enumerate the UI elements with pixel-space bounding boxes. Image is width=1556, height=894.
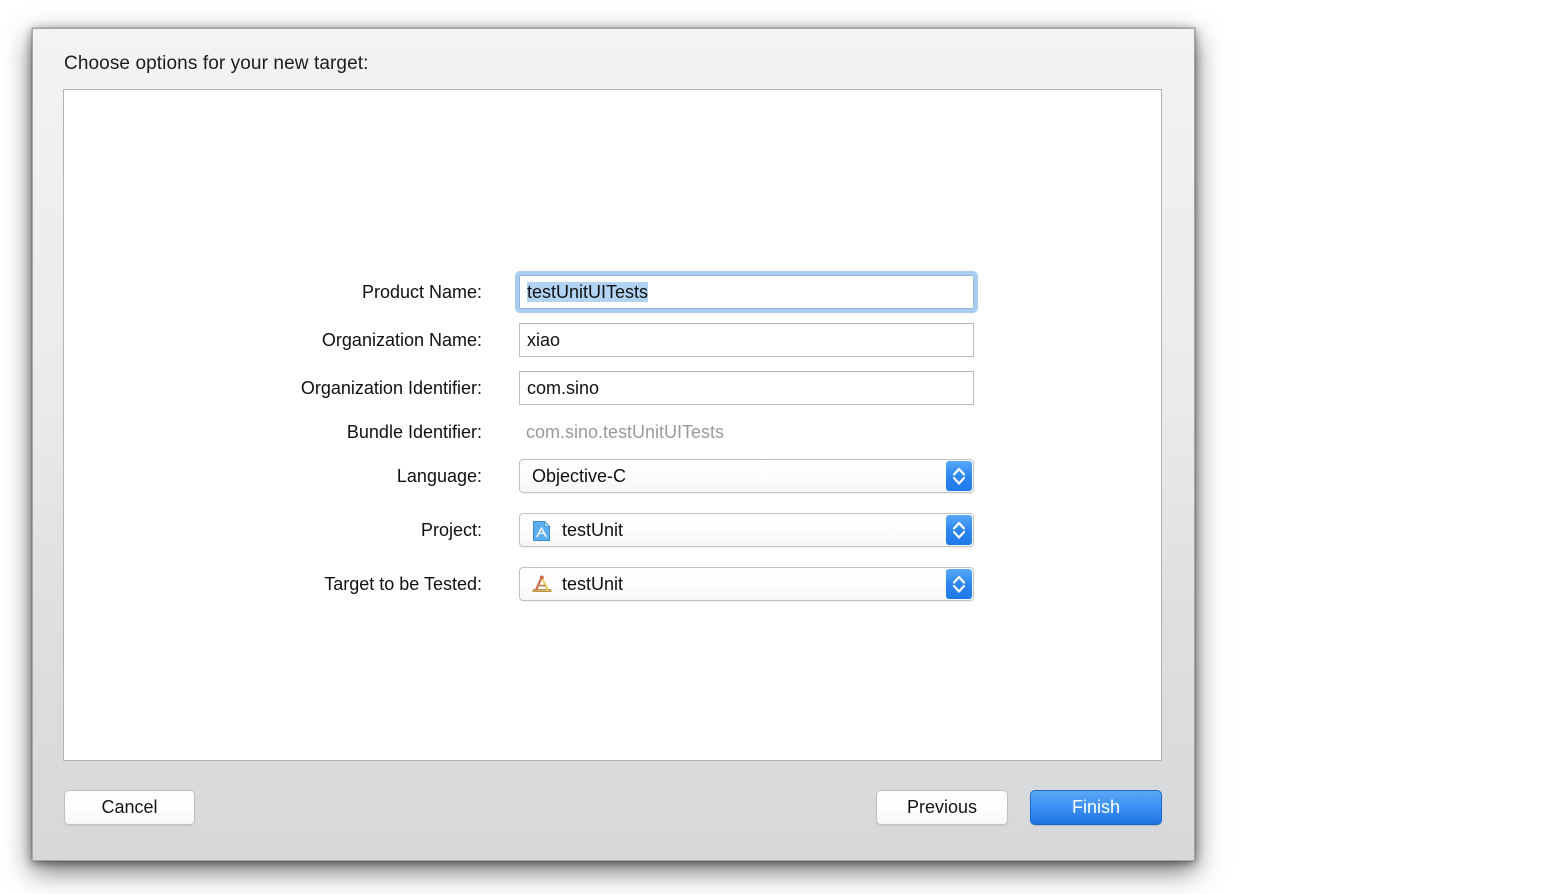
form-row-label: Organization Name:: [322, 323, 482, 357]
form-row-control: testUnit: [519, 567, 974, 601]
popup-button[interactable]: Objective-C: [519, 459, 974, 493]
finish-button[interactable]: Finish: [1030, 790, 1162, 825]
popup-button-value: testUnit: [562, 514, 931, 546]
form-row: Language: Objective-C: [64, 459, 1161, 493]
dialog-button-bar: Cancel Previous Finish: [33, 760, 1194, 860]
text-input-value: testUnitUITests: [527, 282, 648, 302]
xcode-project-document-icon: [531, 520, 553, 542]
form-row-label: Language:: [397, 459, 482, 493]
text-input-value: xiao: [527, 330, 560, 350]
form-row-label: Product Name:: [362, 275, 482, 309]
text-input-value: com.sino: [527, 378, 599, 398]
form-row: Bundle Identifier: com.sino.testUnitUITes…: [64, 415, 1161, 449]
form-row-control: testUnit: [519, 513, 974, 547]
text-input[interactable]: com.sino: [519, 371, 974, 405]
popup-button[interactable]: testUnit: [519, 567, 974, 601]
options-content-panel: Product Name: testUnitUITests Organization…: [63, 89, 1162, 761]
page-title: Choose options for your new target:: [64, 53, 369, 75]
stepper-arrows[interactable]: [946, 515, 972, 545]
text-input[interactable]: xiao: [519, 323, 974, 357]
cancel-button[interactable]: Cancel: [64, 790, 195, 825]
form-row: Product Name: testUnitUITests: [64, 275, 1161, 309]
form-row: Organization Name: xiao: [64, 323, 1161, 357]
form-row-label: Bundle Identifier:: [347, 415, 482, 449]
popup-button[interactable]: testUnit: [519, 513, 974, 547]
xcode-app-target-icon: [531, 574, 553, 596]
form-row-control: testUnitUITests: [519, 275, 974, 309]
form-row-label: Target to be Tested:: [324, 567, 482, 601]
form-row-label: Project:: [421, 513, 482, 547]
popup-button-value: testUnit: [562, 568, 931, 600]
previous-button[interactable]: Previous: [876, 790, 1008, 825]
popup-button-value: Objective-C: [532, 460, 931, 492]
form-row-control: Objective-C: [519, 459, 974, 493]
form-row-control: xiao: [519, 323, 974, 357]
stepper-arrows[interactable]: [946, 461, 972, 491]
form-row-control: com.sino: [519, 371, 974, 405]
stepper-arrows[interactable]: [946, 569, 972, 599]
form-row: Project: testUnit: [64, 513, 1161, 547]
form-row-label: Organization Identifier:: [301, 371, 482, 405]
form-row: Target to be Tested: testUnit: [64, 567, 1161, 601]
form-row: Organization Identifier: com.sino: [64, 371, 1161, 405]
text-input[interactable]: testUnitUITests: [519, 275, 974, 309]
form-row-control: com.sino.testUnitUITests: [519, 415, 974, 449]
new-target-options-dialog: Choose options for your new target: Prod…: [32, 28, 1195, 861]
readonly-value: com.sino.testUnitUITests: [519, 415, 974, 449]
